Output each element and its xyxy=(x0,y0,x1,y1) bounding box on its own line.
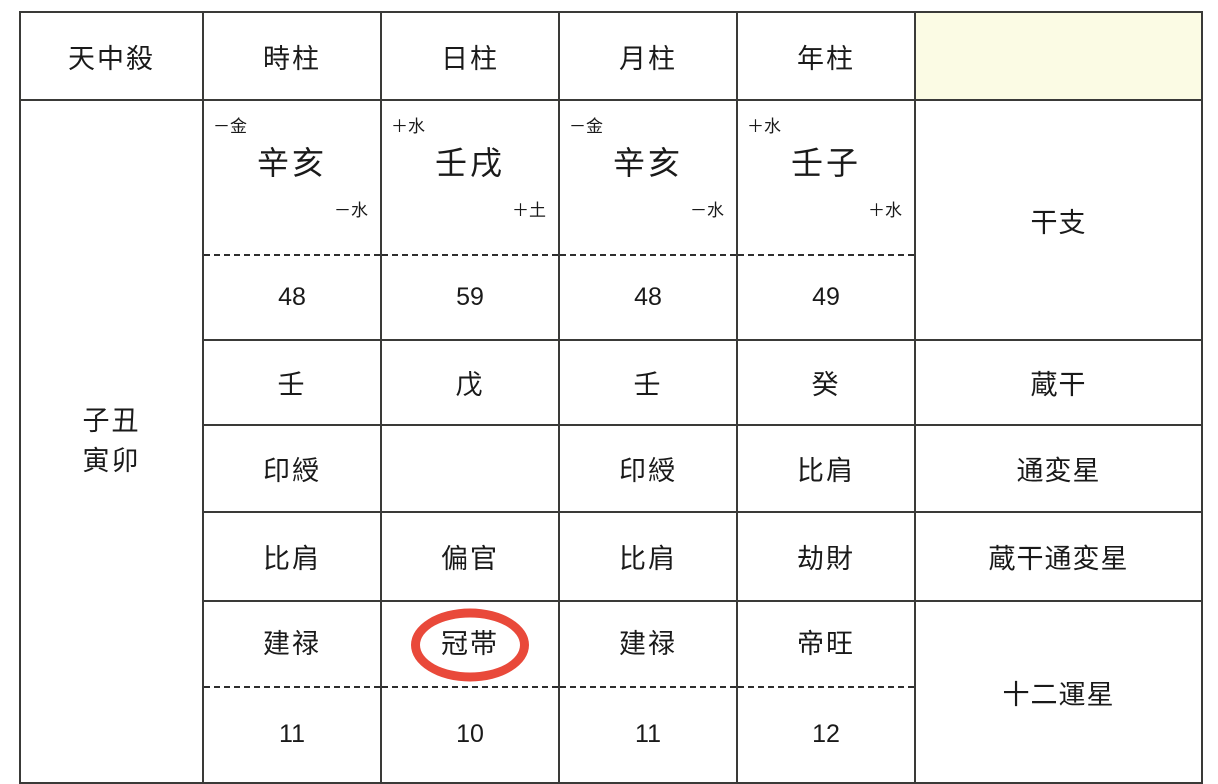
ganzhi-cell-year: ＋水 壬子 ＋水 49 xyxy=(736,99,916,341)
tsuhensei-hour: 印綬 xyxy=(202,424,382,513)
tenchusatsu-line-2: 寅卯 xyxy=(82,445,141,476)
zokan-day: 戊 xyxy=(380,339,560,426)
ganzhi-cell-day: ＋水 壬戌 ＋土 59 xyxy=(380,99,560,341)
zokan-tsuhensei-day: 偏官 xyxy=(380,511,560,602)
ganzhi-inner-hour: －金 辛亥 －水 xyxy=(204,102,380,254)
juniunsei-main-year: 帝旺 xyxy=(797,629,855,659)
ganzhi-stem-element-day: ＋水 xyxy=(391,117,425,136)
ganzhi-stem-element-hour: －金 xyxy=(213,117,247,136)
row-label-tsuhensei: 通変星 xyxy=(914,424,1203,513)
ganzhi-branch-element-month: －水 xyxy=(690,201,724,220)
ganzhi-branch-element-year: ＋水 xyxy=(868,201,902,220)
juniunsei-main-hour: 建禄 xyxy=(263,629,321,659)
ganzhi-inner-day: ＋水 壬戌 ＋土 xyxy=(382,102,558,254)
juniunsei-cell-day: 冠帯 10 xyxy=(380,600,560,784)
zokan-month: 壬 xyxy=(558,339,738,426)
table-row-ganzhi: 子丑 寅卯 －金 辛亥 －水 48 ＋水 壬戌 ＋土 59 －金 辛亥 －水 4… xyxy=(19,99,1203,784)
juniunsei-number-hour: 11 xyxy=(279,720,305,748)
tenchusatsu-cell: 子丑 寅卯 xyxy=(19,99,204,784)
tsuhensei-year: 比肩 xyxy=(736,424,916,513)
juniunsei-cell-year: 帝旺 12 xyxy=(736,600,916,784)
juniunsei-number-year: 12 xyxy=(812,720,840,748)
tenchusatsu-line-1: 子丑 xyxy=(82,406,141,437)
table-header-row: 天中殺 時柱 日柱 月柱 年柱 xyxy=(19,11,1203,101)
zokan-tsuhensei-month: 比肩 xyxy=(558,511,738,602)
ganzhi-branch-element-hour: －水 xyxy=(334,201,368,220)
ganzhi-number-day: 59 xyxy=(456,283,484,311)
ganzhi-number-month: 48 xyxy=(634,283,662,311)
row-label-zokan-tsuhensei: 蔵干通変星 xyxy=(914,511,1203,602)
ganzhi-inner-month: －金 辛亥 －水 xyxy=(560,102,736,254)
ganzhi-inner-year: ＋水 壬子 ＋水 xyxy=(738,102,914,254)
ganzhi-branch-element-day: ＋土 xyxy=(512,201,546,220)
header-year-pillar: 年柱 xyxy=(736,11,916,101)
ganzhi-main-hour: 辛亥 xyxy=(256,145,327,181)
tsuhensei-month: 印綬 xyxy=(558,424,738,513)
ganzhi-stem-element-month: －金 xyxy=(569,117,603,136)
header-month-pillar: 月柱 xyxy=(558,11,738,101)
header-tenchusatsu: 天中殺 xyxy=(19,11,204,101)
row-label-zokan: 蔵干 xyxy=(914,339,1203,426)
juniunsei-cell-month: 建禄 11 xyxy=(558,600,738,784)
ganzhi-cell-hour: －金 辛亥 －水 48 xyxy=(202,99,382,341)
header-rowlabel-blank xyxy=(914,11,1203,101)
header-hour-pillar: 時柱 xyxy=(202,11,382,101)
juniunsei-main-month: 建禄 xyxy=(619,629,677,659)
zokan-tsuhensei-hour: 比肩 xyxy=(202,511,382,602)
juniunsei-cell-hour: 建禄 11 xyxy=(202,600,382,784)
ganzhi-stem-element-year: ＋水 xyxy=(747,117,781,136)
ganzhi-main-year: 壬子 xyxy=(790,145,861,181)
juniunsei-number-day: 10 xyxy=(456,720,484,748)
ganzhi-main-day: 壬戌 xyxy=(434,145,505,181)
zokan-hour: 壬 xyxy=(202,339,382,426)
juniunsei-main-day: 冠帯 xyxy=(441,629,499,659)
ganzhi-cell-month: －金 辛亥 －水 48 xyxy=(558,99,738,341)
four-pillars-table: 天中殺 時柱 日柱 月柱 年柱 子丑 寅卯 －金 辛亥 －水 48 ＋水 壬戌 … xyxy=(19,11,1203,784)
ganzhi-number-year: 49 xyxy=(812,283,840,311)
zokan-year: 癸 xyxy=(736,339,916,426)
header-day-pillar: 日柱 xyxy=(380,11,560,101)
ganzhi-number-hour: 48 xyxy=(278,283,306,311)
ganzhi-main-month: 辛亥 xyxy=(612,145,683,181)
fortune-chart-sheet: 天中殺 時柱 日柱 月柱 年柱 子丑 寅卯 －金 辛亥 －水 48 ＋水 壬戌 … xyxy=(0,0,1218,784)
zokan-tsuhensei-year: 劫財 xyxy=(736,511,916,602)
juniunsei-number-month: 11 xyxy=(635,720,661,748)
row-label-juniunsei: 十二運星 xyxy=(914,600,1203,784)
row-label-ganzhi: 干支 xyxy=(914,99,1203,341)
tsuhensei-day xyxy=(380,424,560,513)
juniunsei-main-day-wrap: 冠帯 xyxy=(382,603,558,686)
